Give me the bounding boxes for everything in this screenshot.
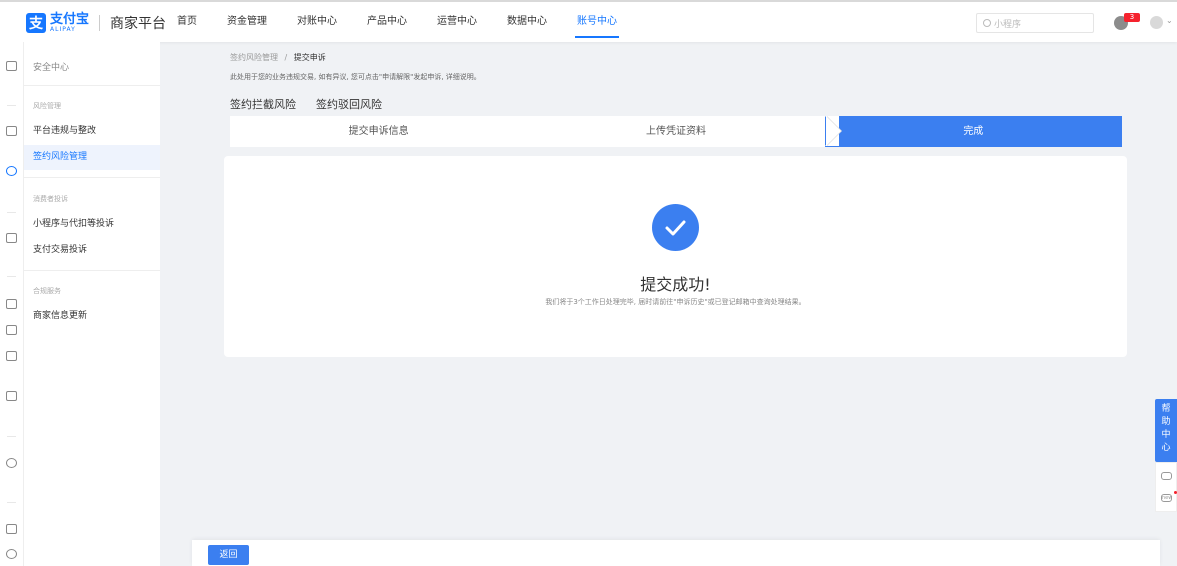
- sidebar-item-payment-complaints[interactable]: 支付交易投诉: [24, 238, 160, 263]
- edit-doc-icon[interactable]: [6, 391, 17, 401]
- icon-rail: [0, 42, 24, 566]
- platform-name: 商家平台: [110, 16, 167, 32]
- check-box-icon[interactable]: [6, 299, 17, 309]
- headset-icon[interactable]: [1161, 472, 1172, 480]
- lock-icon[interactable]: [6, 524, 17, 534]
- step-complete: 完成: [824, 116, 1122, 147]
- sidebar-group-compliance: 合规服务: [33, 287, 61, 295]
- tab-intercept-risk[interactable]: 签约拦截风险: [230, 96, 296, 112]
- avatar[interactable]: [1150, 16, 1163, 29]
- rail-divider: [7, 276, 16, 277]
- alipay-logo-icon: 支: [26, 13, 46, 33]
- help-center-button[interactable]: 帮助中心: [1155, 399, 1177, 462]
- link-icon[interactable]: [6, 549, 17, 559]
- alipay-logo[interactable]: 支 支付宝 ALIPAY 商家平台: [26, 11, 166, 35]
- logo-cn-text: 支付宝: [50, 12, 90, 27]
- rail-divider: [7, 436, 16, 437]
- help-tools: new: [1155, 462, 1177, 512]
- tab-reject-risk[interactable]: 签约驳回风险: [316, 96, 382, 112]
- sidebar-divider: [24, 177, 160, 178]
- chevron-down-icon[interactable]: ⌄: [1166, 16, 1173, 25]
- success-description: 我们将于3个工作日处理完毕, 届时请前往"申诉历史"或已登记邮箱中查询处理结果。: [545, 298, 806, 306]
- logo-divider: [99, 15, 101, 31]
- breadcrumb-parent[interactable]: 签约风险管理: [230, 53, 278, 62]
- search-icon: [983, 19, 991, 27]
- nav-funds[interactable]: 资金管理: [212, 2, 282, 42]
- step-arrow: [826, 116, 841, 146]
- sidebar-item-signing-risk[interactable]: 签约风险管理: [24, 145, 160, 170]
- sidebar: 安全中心 风险管理 平台违规与整改 签约风险管理 消费者投诉 小程序与代扣等投诉…: [24, 42, 160, 566]
- step-upload-docs: 上传凭证资料: [645, 126, 706, 137]
- id-card-icon[interactable]: [6, 61, 17, 71]
- wallet-icon[interactable]: [6, 351, 17, 361]
- nav-home[interactable]: 首页: [162, 2, 212, 42]
- bottom-action-bar: 返回: [192, 540, 1160, 566]
- user-icon[interactable]: [6, 458, 17, 468]
- sidebar-item-violations[interactable]: 平台违规与整改: [24, 119, 160, 144]
- logo-en-text: ALIPAY: [50, 26, 76, 33]
- tag-icon[interactable]: [6, 233, 17, 243]
- sidebar-group-risk: 风险管理: [33, 102, 61, 110]
- back-button[interactable]: 返回: [208, 545, 249, 565]
- rail-divider: [7, 502, 16, 503]
- search-placeholder: 小程序: [994, 19, 1022, 30]
- notification-badge: 3: [1124, 13, 1140, 22]
- progress-steps: 提交申诉信息 上传凭证资料 完成: [230, 116, 1122, 147]
- breadcrumb: 签约风险管理 / 提交申诉: [230, 52, 326, 63]
- nav-reconciliation[interactable]: 对账中心: [282, 2, 352, 42]
- breadcrumb-current: 提交申诉: [293, 53, 326, 62]
- sidebar-divider: [24, 85, 160, 86]
- success-title: 提交成功!: [640, 275, 711, 294]
- rail-divider: [7, 212, 16, 213]
- success-check-icon: [652, 204, 699, 251]
- sidebar-item-merchant-update[interactable]: 商家信息更新: [24, 304, 160, 329]
- sidebar-item-miniapp-complaints[interactable]: 小程序与代扣等投诉: [24, 212, 160, 237]
- card-icon[interactable]: [6, 325, 17, 335]
- sidebar-divider: [24, 270, 160, 271]
- risk-tabs: 签约拦截风险 签约驳回风险: [230, 96, 402, 112]
- rail-divider: [7, 105, 16, 106]
- search-input[interactable]: 小程序: [976, 13, 1094, 33]
- top-navigation-bar: 支 支付宝 ALIPAY 商家平台 首页 资金管理 对账中心 产品中心 运营中心…: [0, 0, 1177, 42]
- step-submit-info: 提交申诉信息: [348, 126, 409, 137]
- new-feature-icon[interactable]: new: [1161, 494, 1172, 502]
- sidebar-title: 安全中心: [33, 63, 70, 73]
- sidebar-group-complaints: 消费者投诉: [33, 195, 68, 203]
- result-card: 提交成功! 我们将于3个工作日处理完毕, 届时请前往"申诉历史"或已登记邮箱中查…: [224, 156, 1127, 357]
- shield-plus-icon[interactable]: [6, 166, 17, 176]
- page-description: 此处用于您的业务违规交易, 如有异议, 您可点击"申请解限"发起申诉, 详细说明…: [230, 73, 481, 81]
- help-center-label: 帮助中心: [1161, 404, 1171, 453]
- nav-account[interactable]: 账号中心: [562, 2, 632, 42]
- nav-products[interactable]: 产品中心: [352, 2, 422, 42]
- main-nav: 首页 资金管理 对账中心 产品中心 运营中心 数据中心 账号中心: [162, 2, 632, 42]
- nav-data[interactable]: 数据中心: [492, 2, 562, 42]
- document-icon[interactable]: [6, 126, 17, 136]
- breadcrumb-separator: /: [284, 53, 288, 62]
- nav-operations[interactable]: 运营中心: [422, 2, 492, 42]
